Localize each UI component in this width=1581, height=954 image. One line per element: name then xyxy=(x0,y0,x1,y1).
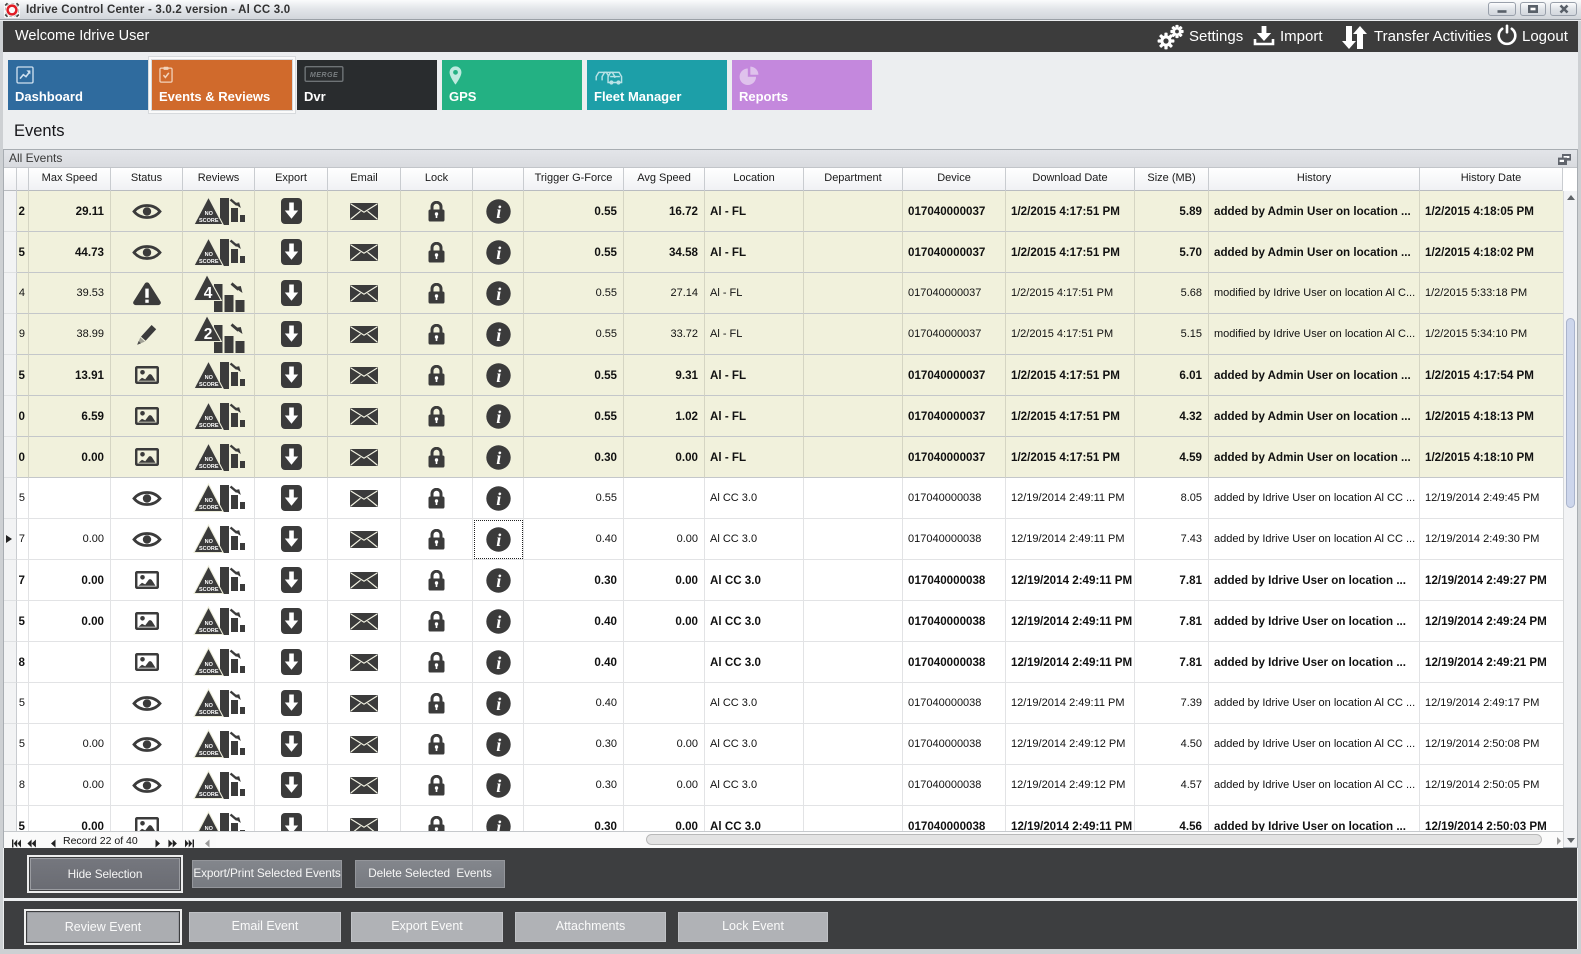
svg-text:2: 2 xyxy=(203,326,212,343)
svg-text:SCORE: SCORE xyxy=(199,545,219,551)
svg-text:NO: NO xyxy=(204,211,213,217)
svg-text:NO: NO xyxy=(204,498,213,504)
svg-text:NO: NO xyxy=(204,703,213,709)
svg-text:SCORE: SCORE xyxy=(199,381,219,387)
svg-text:SCORE: SCORE xyxy=(199,668,219,674)
svg-text:i: i xyxy=(496,817,501,832)
svg-text:NO: NO xyxy=(204,621,213,627)
svg-text:i: i xyxy=(496,530,501,550)
svg-text:NO: NO xyxy=(204,457,213,463)
svg-text:i: i xyxy=(496,776,501,796)
svg-text:MERGE: MERGE xyxy=(310,71,338,79)
svg-text:NO: NO xyxy=(204,785,213,791)
svg-text:i: i xyxy=(496,653,501,673)
svg-text:NO: NO xyxy=(204,252,213,258)
svg-text:4: 4 xyxy=(203,285,212,302)
svg-text:i: i xyxy=(496,325,501,345)
svg-text:i: i xyxy=(496,612,501,632)
svg-text:NO: NO xyxy=(204,416,213,422)
svg-text:SCORE: SCORE xyxy=(199,791,219,797)
svg-text:NO: NO xyxy=(204,539,213,545)
svg-text:NO: NO xyxy=(204,580,213,586)
svg-text:SCORE: SCORE xyxy=(199,217,219,223)
svg-text:SCORE: SCORE xyxy=(199,422,219,428)
svg-text:NO: NO xyxy=(204,744,213,750)
svg-text:SCORE: SCORE xyxy=(199,750,219,756)
svg-text:i: i xyxy=(496,489,501,509)
svg-text:SCORE: SCORE xyxy=(199,627,219,633)
svg-text:i: i xyxy=(496,571,501,591)
svg-text:SCORE: SCORE xyxy=(199,463,219,469)
svg-text:SCORE: SCORE xyxy=(199,504,219,510)
svg-text:i: i xyxy=(496,202,501,222)
svg-text:i: i xyxy=(496,448,501,468)
svg-text:i: i xyxy=(496,407,501,427)
svg-text:i: i xyxy=(496,694,501,714)
svg-text:NO: NO xyxy=(204,662,213,668)
svg-text:i: i xyxy=(496,366,501,386)
svg-text:SCORE: SCORE xyxy=(199,586,219,592)
svg-text:i: i xyxy=(496,735,501,755)
svg-text:SCORE: SCORE xyxy=(199,709,219,715)
svg-text:i: i xyxy=(496,284,501,304)
svg-text:NO: NO xyxy=(204,375,213,381)
svg-text:SCORE: SCORE xyxy=(199,258,219,264)
svg-text:i: i xyxy=(496,243,501,263)
